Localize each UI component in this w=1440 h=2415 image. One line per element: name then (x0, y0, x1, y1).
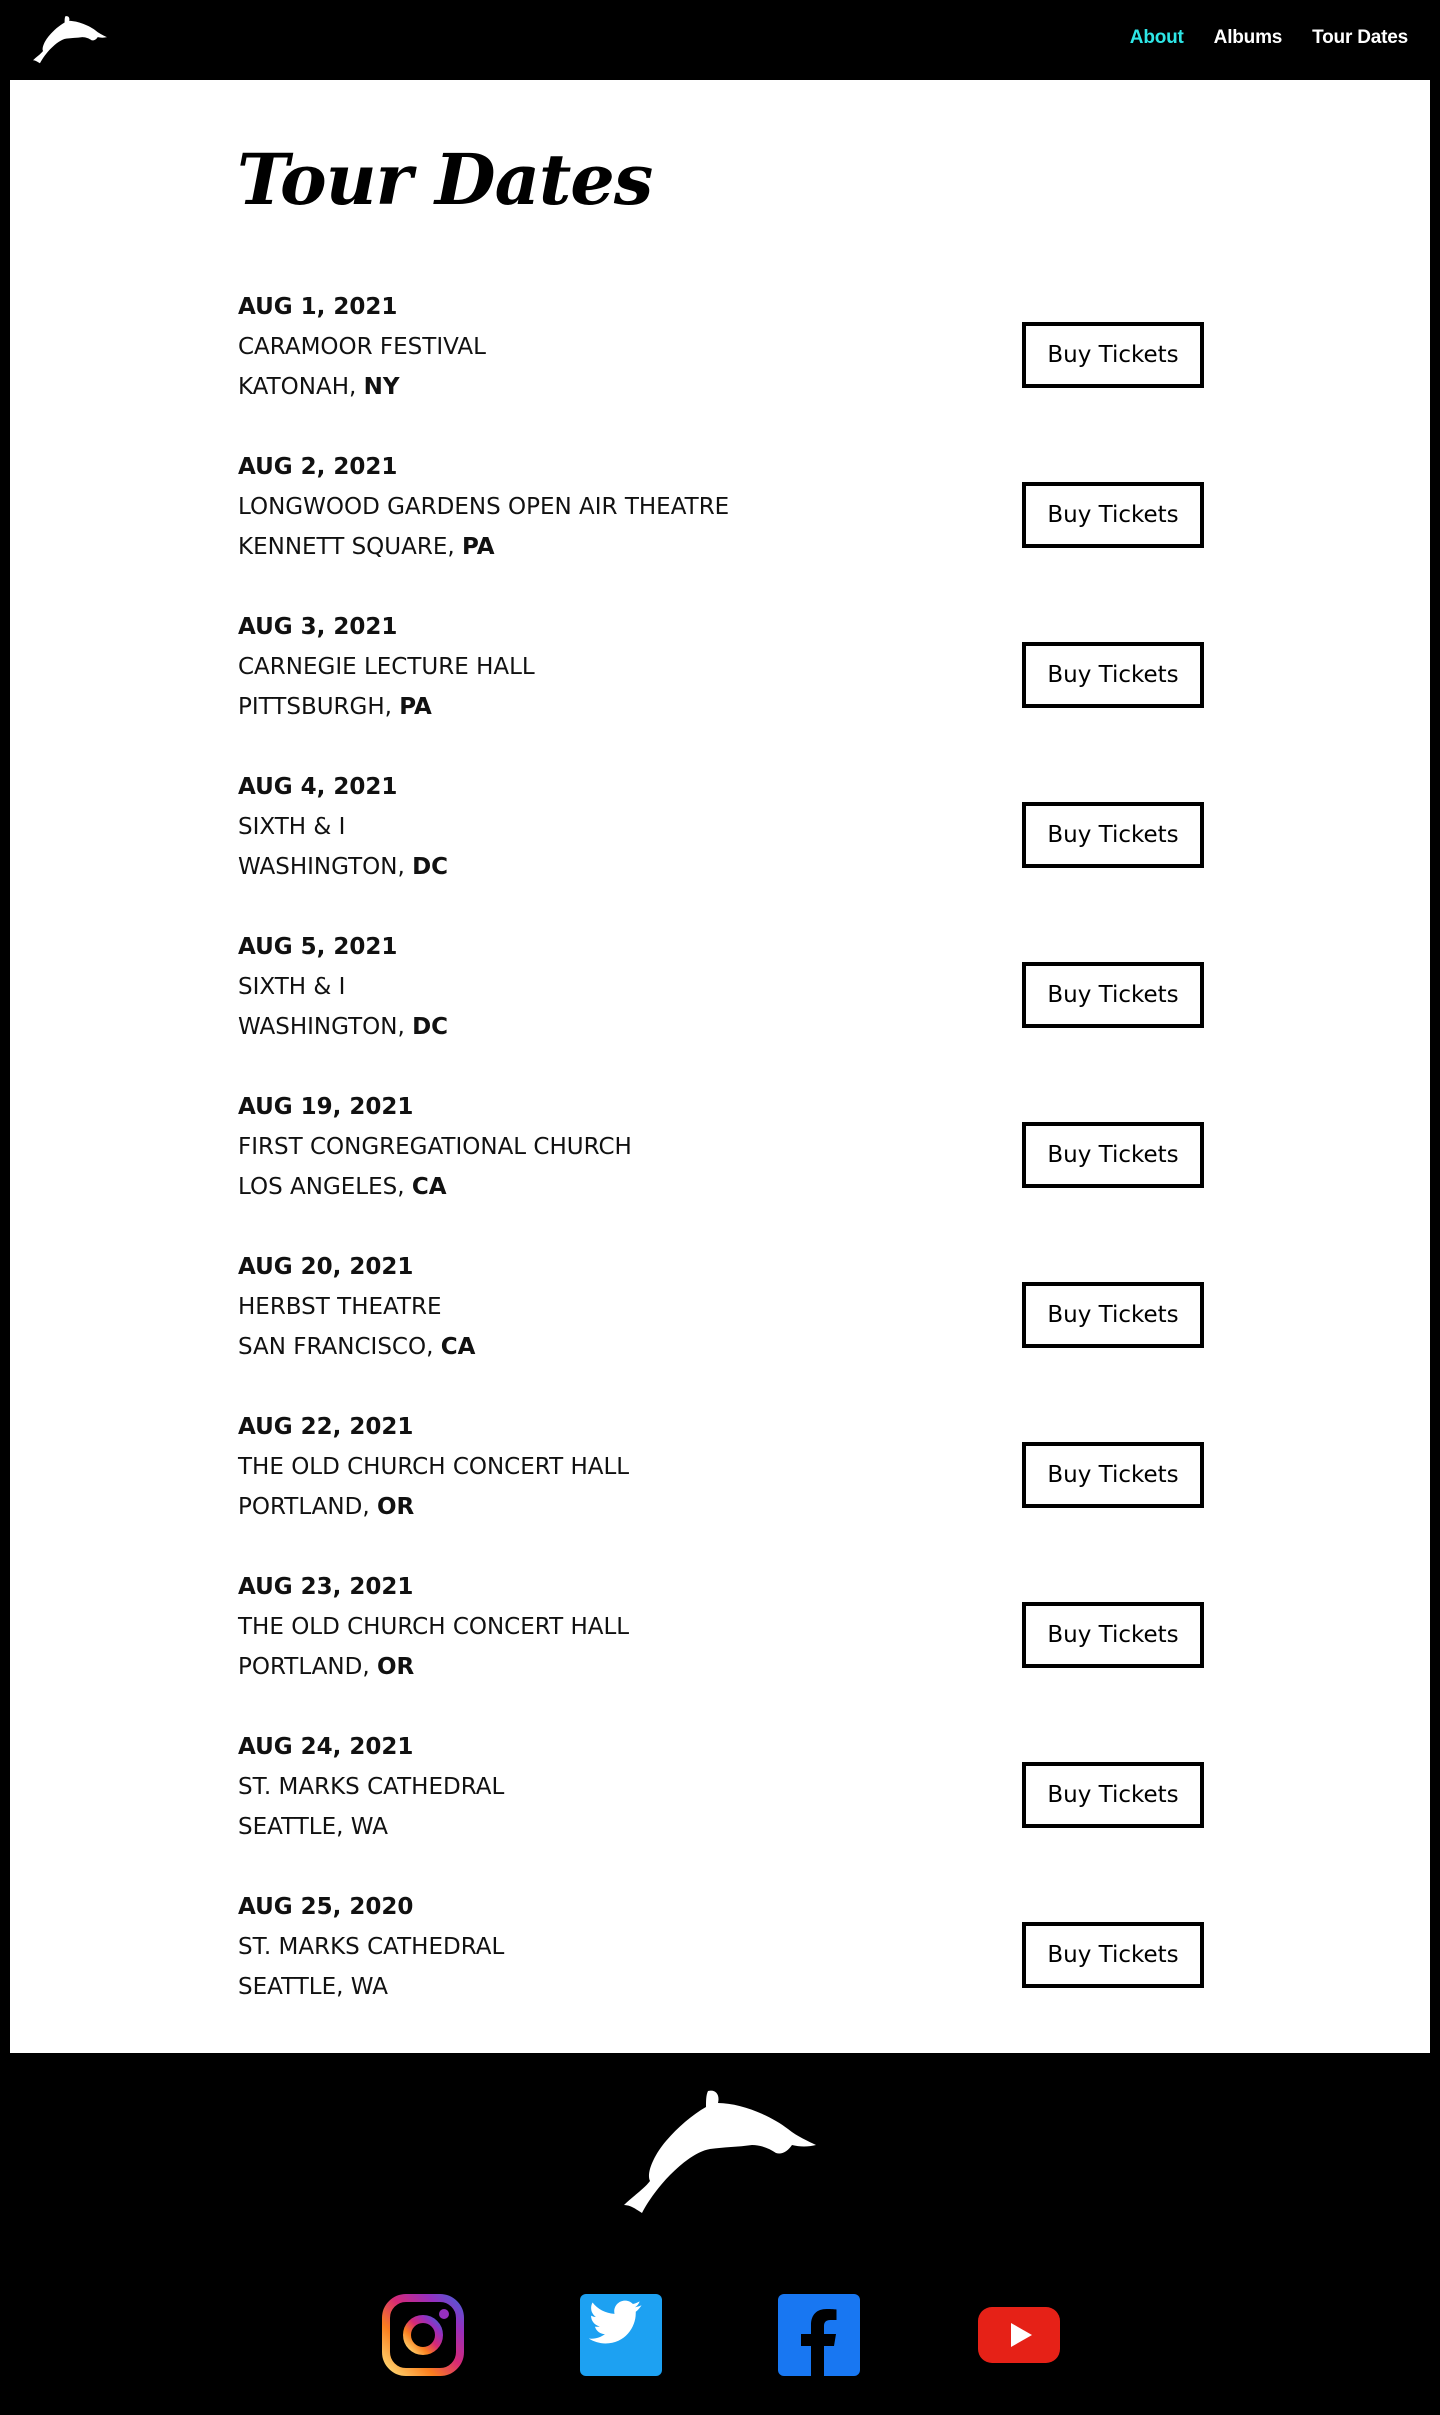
show-venue: THE OLD CHURCH CONCERT HALL (238, 1454, 630, 1480)
show-state: OR (376, 1494, 415, 1520)
buy-tickets-button[interactable]: Buy Tickets (1022, 1442, 1204, 1508)
show-venue: ST. MARKS CATHEDRAL (238, 1934, 505, 1960)
show-date: AUG 23, 2021 (238, 1574, 414, 1600)
buy-tickets-button[interactable]: Buy Tickets (1022, 1762, 1204, 1828)
site-header: About Albums Tour Dates (0, 0, 1440, 80)
buy-tickets-button[interactable]: Buy Tickets (1022, 962, 1204, 1028)
show-city: KENNETT SQUARE, (238, 534, 462, 560)
show-date: AUG 3, 2021 (238, 614, 398, 640)
social-links (382, 2294, 1060, 2376)
show-date: AUG 24, 2021 (238, 1734, 414, 1760)
show-state: OR (376, 1654, 415, 1680)
show-date: AUG 25, 2020 (238, 1894, 414, 1920)
show-city: SAN FRANCISCO, (238, 1334, 441, 1360)
list-item: AUG 2, 2021 LONGWOOD GARDENS OPEN AIR TH… (238, 452, 1214, 612)
show-location: PORTLAND, OR (238, 1492, 414, 1522)
twitter-icon[interactable] (580, 2294, 662, 2376)
show-venue: CARAMOOR FESTIVAL (238, 334, 486, 360)
show-location: LOS ANGELES, CA (238, 1172, 447, 1202)
nav-link-about[interactable]: About (1130, 27, 1184, 49)
show-city: LOS ANGELES, (238, 1174, 412, 1200)
list-item: AUG 25, 2020 ST. MARKS CATHEDRAL SEATTLE… (238, 1892, 1214, 2052)
show-location: PORTLAND, OR (238, 1652, 414, 1682)
instagram-icon[interactable] (382, 2294, 464, 2376)
page-title: Tour Dates (237, 138, 653, 221)
show-location: KATONAH, NY (238, 372, 400, 402)
buy-tickets-button[interactable]: Buy Tickets (1022, 1122, 1204, 1188)
show-city: KATONAH, (238, 374, 364, 400)
show-state: PA (399, 694, 432, 720)
list-item: AUG 22, 2021 THE OLD CHURCH CONCERT HALL… (238, 1412, 1214, 1572)
nav-link-tour-dates[interactable]: Tour Dates (1312, 27, 1408, 49)
list-item: AUG 5, 2021 SIXTH & I WASHINGTON, DC Buy… (238, 932, 1214, 1092)
main-nav: About Albums Tour Dates (1130, 27, 1408, 49)
dolphin-icon[interactable] (620, 2085, 820, 2220)
show-city: PITTSBURGH, (238, 694, 400, 720)
show-venue: LONGWOOD GARDENS OPEN AIR THEATRE (238, 494, 730, 520)
show-date: AUG 1, 2021 (238, 294, 398, 320)
show-date: AUG 19, 2021 (238, 1094, 414, 1120)
nav-link-albums[interactable]: Albums (1214, 27, 1283, 49)
show-venue: ST. MARKS CATHEDRAL (238, 1774, 505, 1800)
show-city: SEATTLE, WA (238, 1814, 388, 1840)
list-item: AUG 24, 2021 ST. MARKS CATHEDRAL SEATTLE… (238, 1732, 1214, 1892)
show-city: PORTLAND, (238, 1494, 377, 1520)
show-venue: SIXTH & I (238, 974, 346, 1000)
show-city: SEATTLE, WA (238, 1974, 388, 2000)
show-location: WASHINGTON, DC (238, 852, 448, 882)
show-city: PORTLAND, (238, 1654, 377, 1680)
show-state: DC (412, 1014, 449, 1040)
show-venue: CARNEGIE LECTURE HALL (238, 654, 535, 680)
facebook-icon[interactable] (778, 2294, 860, 2376)
show-date: AUG 5, 2021 (238, 934, 398, 960)
show-venue: SIXTH & I (238, 814, 346, 840)
dolphin-icon[interactable] (28, 14, 112, 66)
buy-tickets-button[interactable]: Buy Tickets (1022, 1602, 1204, 1668)
show-venue: FIRST CONGREGATIONAL CHURCH (238, 1134, 632, 1160)
buy-tickets-button[interactable]: Buy Tickets (1022, 482, 1204, 548)
show-state: NY (363, 374, 400, 400)
show-date: AUG 22, 2021 (238, 1414, 414, 1440)
show-state: DC (412, 854, 449, 880)
show-city: WASHINGTON, (238, 854, 413, 880)
show-date: AUG 2, 2021 (238, 454, 398, 480)
list-item: AUG 23, 2021 THE OLD CHURCH CONCERT HALL… (238, 1572, 1214, 1732)
list-item: AUG 4, 2021 SIXTH & I WASHINGTON, DC Buy… (238, 772, 1214, 932)
buy-tickets-button[interactable]: Buy Tickets (1022, 322, 1204, 388)
show-date: AUG 20, 2021 (238, 1254, 414, 1280)
buy-tickets-button[interactable]: Buy Tickets (1022, 1922, 1204, 1988)
content-panel: Tour Dates AUG 1, 2021 CARAMOOR FESTIVAL… (10, 80, 1430, 2053)
show-city: WASHINGTON, (238, 1014, 413, 1040)
youtube-icon[interactable] (978, 2294, 1060, 2376)
list-item: AUG 1, 2021 CARAMOOR FESTIVAL KATONAH, N… (238, 292, 1214, 452)
show-date: AUG 4, 2021 (238, 774, 398, 800)
show-venue: THE OLD CHURCH CONCERT HALL (238, 1614, 630, 1640)
buy-tickets-button[interactable]: Buy Tickets (1022, 642, 1204, 708)
list-item: AUG 20, 2021 HERBST THEATRE SAN FRANCISC… (238, 1252, 1214, 1412)
show-location: SEATTLE, WA (238, 1972, 388, 2002)
list-item: AUG 3, 2021 CARNEGIE LECTURE HALL PITTSB… (238, 612, 1214, 772)
show-location: SAN FRANCISCO, CA (238, 1332, 475, 1362)
show-venue: HERBST THEATRE (238, 1294, 442, 1320)
show-state: CA (411, 1174, 447, 1200)
show-location: WASHINGTON, DC (238, 1012, 448, 1042)
tour-dates-list: AUG 1, 2021 CARAMOOR FESTIVAL KATONAH, N… (238, 292, 1214, 2052)
show-location: SEATTLE, WA (238, 1812, 388, 1842)
show-location: KENNETT SQUARE, PA (238, 532, 495, 562)
show-state: PA (461, 534, 495, 560)
list-item: AUG 19, 2021 FIRST CONGREGATIONAL CHURCH… (238, 1092, 1214, 1252)
buy-tickets-button[interactable]: Buy Tickets (1022, 802, 1204, 868)
show-location: PITTSBURGH, PA (238, 692, 432, 722)
buy-tickets-button[interactable]: Buy Tickets (1022, 1282, 1204, 1348)
show-state: CA (440, 1334, 476, 1360)
